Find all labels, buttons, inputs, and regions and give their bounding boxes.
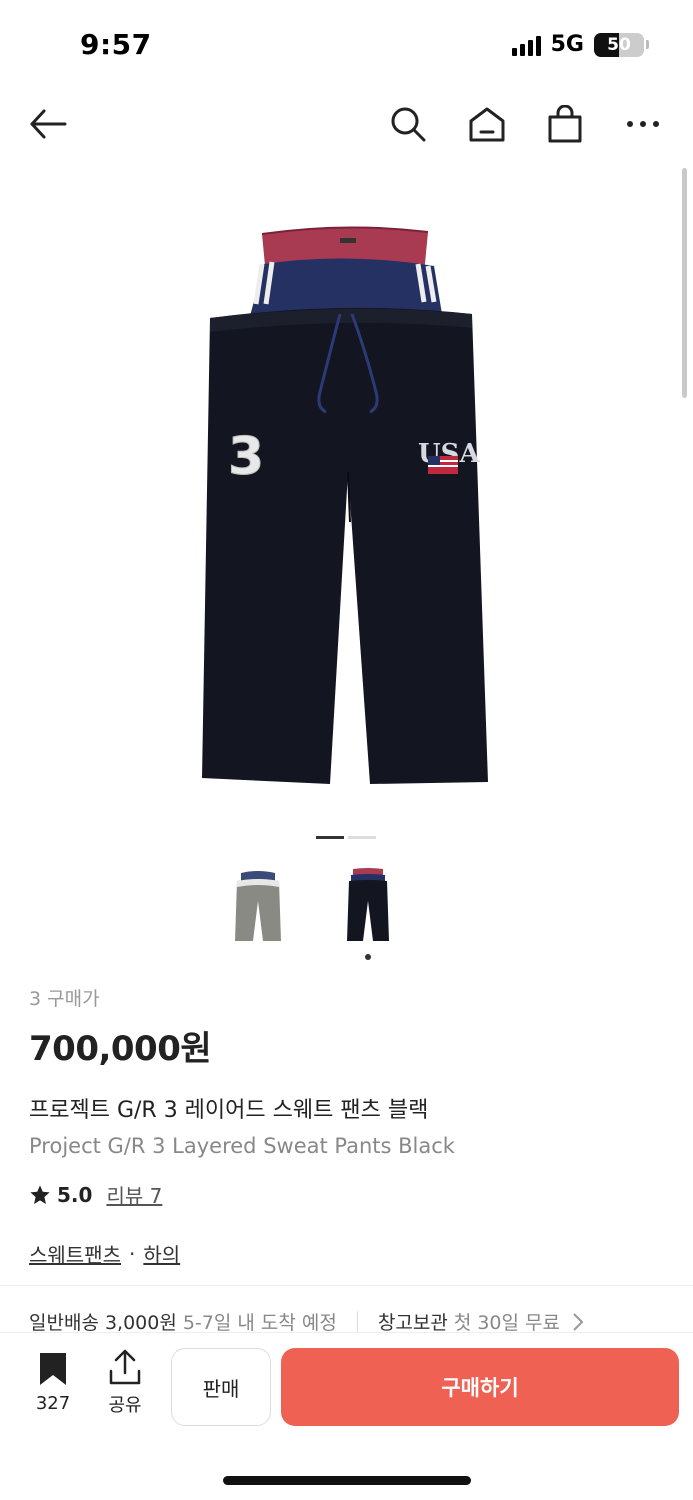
status-time: 9:57 [80,28,152,61]
search-button[interactable] [384,100,432,148]
delivery-separator [356,1310,358,1333]
shipping-eta: 5-7일 내 도착 예정 [182,1312,337,1334]
more-icon [627,121,659,127]
svg-text:3: 3 [228,427,264,487]
search-icon [391,107,426,142]
rating-score: 5.0 [57,1182,93,1207]
home-button[interactable] [463,100,511,148]
home-indicator[interactable] [223,1476,471,1485]
network-label: 5G [550,32,584,57]
product-info: 3 구매가 700,000원 프로젝트 G/R 3 레이어드 스웨트 팬츠 블랙… [29,984,669,1268]
signal-icon [511,34,541,56]
price-label: 3 구매가 [29,988,100,1010]
section-divider [0,1285,693,1286]
status-bar: 9:57 5G 50 [0,0,693,92]
thumbnail-black[interactable] [332,860,404,960]
storage-label: 창고보관 [377,1312,448,1334]
rating-row: 5.0 리뷰 7 [29,1180,669,1209]
share-icon [109,1349,141,1385]
battery-icon: 50 [594,32,644,57]
status-indicators: 5G 50 [511,32,649,57]
back-button[interactable] [24,100,72,148]
category-link-sweatpants[interactable]: 스웨트팬츠 [29,1239,121,1268]
bookmark-button[interactable]: 327 [24,1351,82,1414]
storage-note: 첫 30일 무료 [453,1312,560,1334]
share-button[interactable]: 공유 [96,1349,154,1417]
product-name-korean: 프로젝트 G/R 3 레이어드 스웨트 팬츠 블랙 [29,1098,429,1123]
category-link-bottoms[interactable]: 하의 [143,1239,180,1268]
black-pants-thumbnail-image [347,868,389,941]
home-icon [469,107,505,142]
more-button[interactable] [619,100,667,148]
product-price: 700,000원 [29,1029,212,1069]
shipping-fee: 일반배송 3,000원 [29,1312,177,1334]
thumbnail-list [222,860,404,960]
shopping-bag-icon [548,105,582,143]
pager-indicator [348,836,376,839]
selected-thumbnail-dot [365,954,371,960]
star-icon [30,1184,50,1204]
product-image[interactable]: 3 USA [180,222,510,792]
category-links: 스웨트팬츠 · 하의 [29,1239,669,1268]
arrow-left-icon [30,109,67,139]
category-separator: · [129,1241,136,1266]
thumbnail-gray[interactable] [222,860,294,950]
image-pager [316,836,376,839]
scroll-indicator[interactable] [682,168,687,398]
bookmark-count: 327 [35,1393,71,1414]
buy-button[interactable]: 구매하기 [281,1348,679,1426]
top-nav [0,92,693,156]
bottom-action-bar: 327 공유 판매 구매하기 [0,1332,693,1452]
share-label: 공유 [108,1395,142,1416]
cart-button[interactable] [541,100,589,148]
gray-pants-thumbnail-image [235,871,281,941]
chevron-right-icon [573,1312,584,1331]
battery-level: 50 [607,34,631,55]
review-link[interactable]: 리뷰 7 [106,1180,162,1209]
delivery-info-row[interactable]: 일반배송 3,000원 5-7일 내 도착 예정 창고보관 첫 30일 무료 [29,1308,689,1335]
sell-button[interactable]: 판매 [171,1348,271,1426]
bookmark-icon [40,1353,66,1385]
battery-nub [646,40,649,49]
product-name-english: Project G/R 3 Layered Sweat Pants Black [29,1134,455,1158]
pager-indicator [316,836,344,839]
